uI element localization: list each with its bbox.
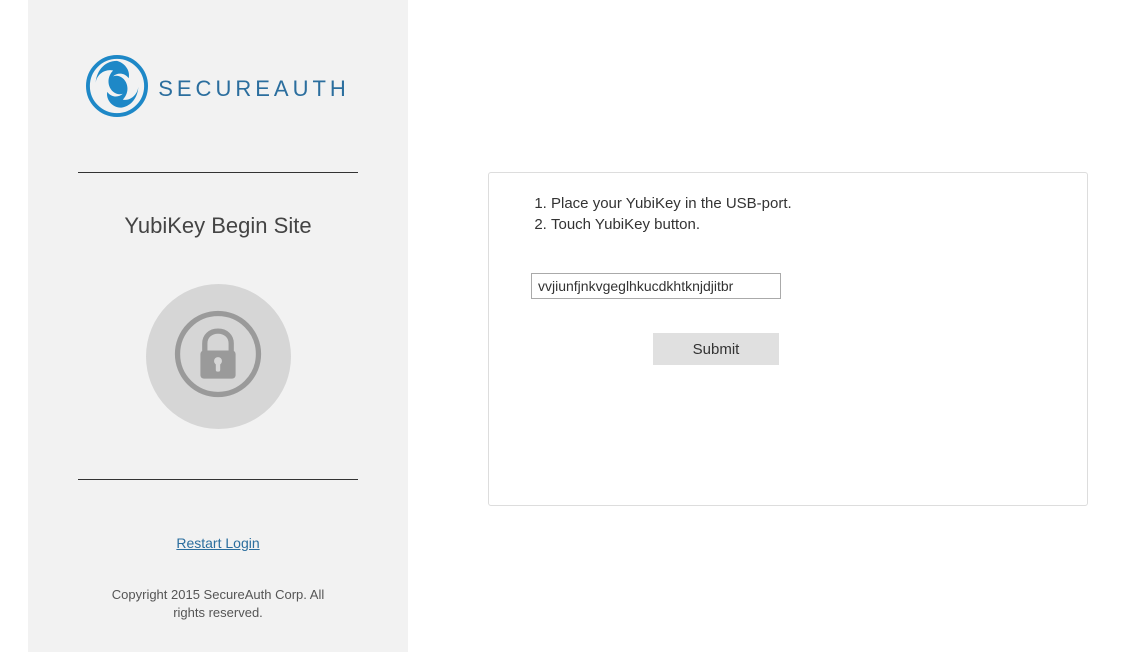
sidebar: SECUREAUTH YubiKey Begin Site Restart Lo… bbox=[28, 0, 408, 652]
yubikey-panel: Place your YubiKey in the USB-port. Touc… bbox=[488, 172, 1088, 506]
brand-logo: SECUREAUTH bbox=[86, 55, 350, 122]
divider-top bbox=[78, 172, 358, 173]
instruction-item: Place your YubiKey in the USB-port. bbox=[551, 193, 1063, 214]
divider-bottom bbox=[78, 479, 358, 480]
page-title: YubiKey Begin Site bbox=[124, 213, 311, 239]
lock-badge bbox=[146, 284, 291, 429]
brand-name: SECUREAUTH bbox=[158, 76, 350, 102]
lock-icon bbox=[174, 310, 262, 403]
restart-login-link[interactable]: Restart Login bbox=[176, 535, 259, 551]
yubikey-input[interactable] bbox=[531, 273, 781, 299]
copyright-text: Copyright 2015 SecureAuth Corp. All righ… bbox=[98, 586, 338, 622]
instruction-list: Place your YubiKey in the USB-port. Touc… bbox=[531, 193, 1063, 235]
main-content: Place your YubiKey in the USB-port. Touc… bbox=[408, 0, 1130, 652]
submit-button[interactable]: Submit bbox=[653, 333, 779, 365]
instruction-item: Touch YubiKey button. bbox=[551, 214, 1063, 235]
brand-swirl-icon bbox=[86, 55, 148, 122]
